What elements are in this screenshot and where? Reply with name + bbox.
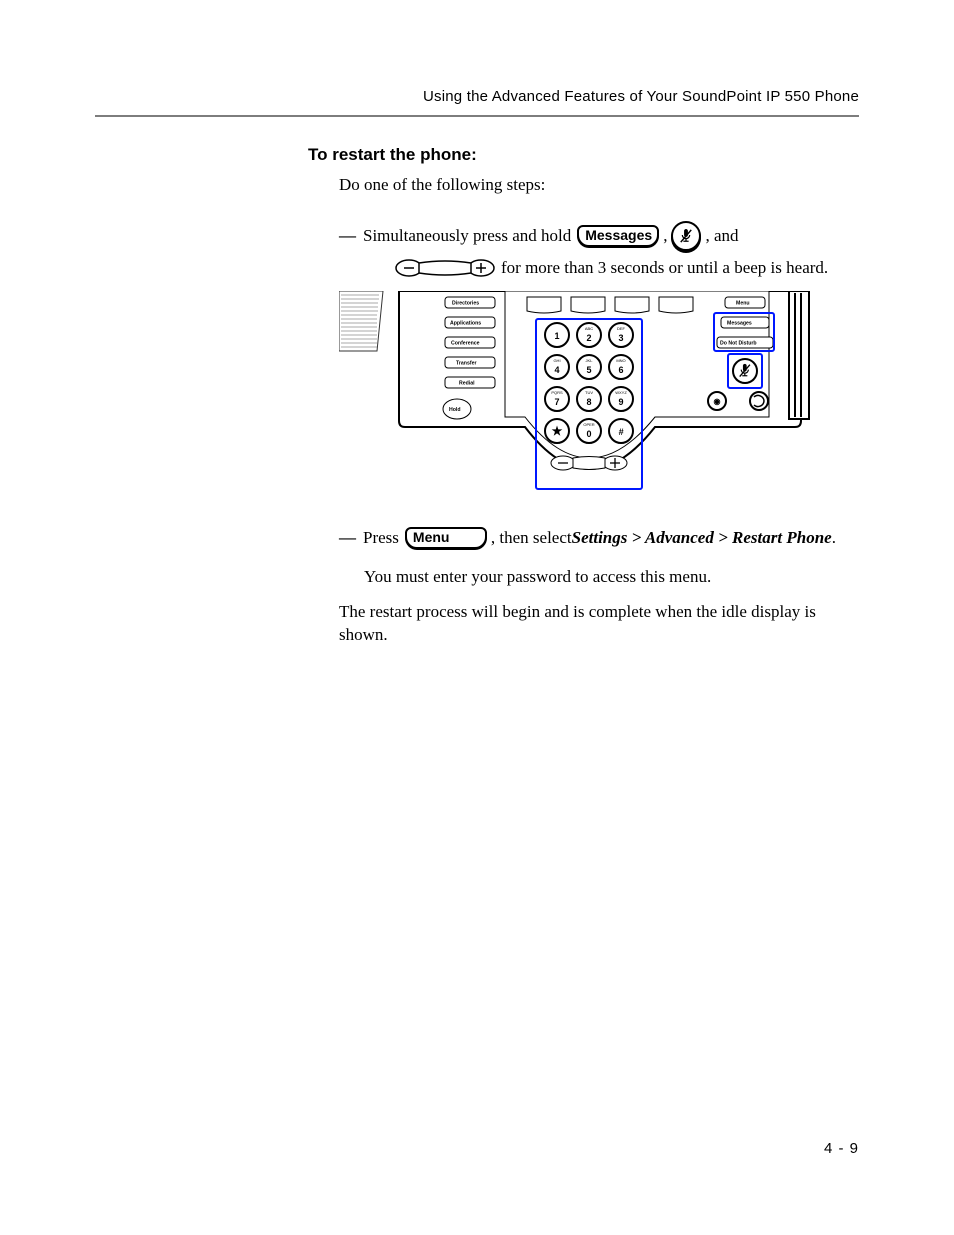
svg-text:Hold: Hold [449, 407, 461, 413]
step2-end: . [832, 528, 836, 548]
step2-pre: Press [363, 528, 399, 548]
svg-text:★: ★ [552, 424, 563, 438]
svg-text:OPER: OPER [583, 422, 594, 427]
running-header: Using the Advanced Features of Your Soun… [95, 88, 859, 105]
step1-pre: Simultaneously press and hold [363, 226, 571, 246]
mute-key-icon [671, 221, 701, 251]
svg-text:JKL: JKL [586, 358, 594, 363]
svg-text:ABC: ABC [585, 326, 593, 331]
svg-text:0: 0 [586, 429, 591, 439]
step-2-line: — Press Menu , then select Settings > Ad… [339, 527, 859, 549]
svg-text:1: 1 [554, 331, 559, 341]
phone-diagram: .thin { fill:#fff; stroke:#000; stroke-w… [339, 291, 815, 511]
messages-key-label: Messages [585, 227, 652, 243]
page-container: Using the Advanced Features of Your Soun… [0, 0, 954, 1235]
bullet-dash: — [339, 226, 353, 246]
svg-text:3: 3 [618, 333, 623, 343]
svg-text:◉: ◉ [714, 397, 721, 406]
svg-text:4: 4 [554, 365, 559, 375]
messages-key-icon: Messages [577, 225, 659, 247]
step1-mid2: , and [705, 226, 738, 246]
svg-text:Directories: Directories [452, 301, 479, 307]
svg-text:GHI: GHI [553, 358, 560, 363]
page-number: 4 - 9 [824, 1140, 859, 1157]
volume-rocker-on-phone [551, 456, 627, 470]
step-1-line-1: — Simultaneously press and hold Messages… [339, 221, 859, 251]
svg-text:PQRS: PQRS [551, 390, 563, 395]
svg-text:8: 8 [586, 397, 591, 407]
svg-text:Applications: Applications [450, 321, 481, 327]
menu-key-label: Menu [413, 529, 450, 545]
svg-text:6: 6 [618, 365, 623, 375]
svg-text:Messages: Messages [727, 321, 752, 327]
svg-text:#: # [618, 427, 623, 437]
svg-text:TUV: TUV [585, 390, 593, 395]
svg-text:DEF: DEF [617, 326, 626, 331]
svg-text:Transfer: Transfer [456, 361, 476, 367]
svg-text:MNO: MNO [616, 358, 625, 363]
handset-edge [339, 291, 383, 351]
svg-text:Conference: Conference [451, 341, 480, 347]
speaker-grill [789, 291, 809, 419]
step1-mid1: , [663, 226, 667, 246]
svg-text:5: 5 [586, 365, 591, 375]
step1-tail: for more than 3 seconds or until a beep … [501, 258, 828, 278]
step-1-line-2: for more than 3 seconds or until a beep … [389, 257, 859, 279]
svg-text:Do Not Disturb: Do Not Disturb [720, 341, 757, 347]
bullet-dash-2: — [339, 528, 353, 548]
step2-path: Settings > Advanced > Restart Phone [572, 528, 832, 548]
svg-text:2: 2 [586, 333, 591, 343]
svg-text:7: 7 [554, 397, 559, 407]
svg-text:Redial: Redial [459, 381, 475, 387]
svg-text:Menu: Menu [736, 301, 750, 307]
svg-text:9: 9 [618, 397, 623, 407]
closing-paragraph: The restart process will begin and is co… [339, 601, 859, 647]
header-rule [95, 115, 859, 117]
intro-text: Do one of the following steps: [339, 175, 859, 195]
section-title: To restart the phone: [308, 145, 859, 165]
menu-key-icon: Menu [405, 527, 487, 549]
password-note: You must enter your password to access t… [364, 567, 859, 587]
svg-text:WXYZ: WXYZ [615, 390, 627, 395]
step2-mid: , then select [491, 528, 572, 548]
volume-rocker-icon [389, 257, 501, 279]
